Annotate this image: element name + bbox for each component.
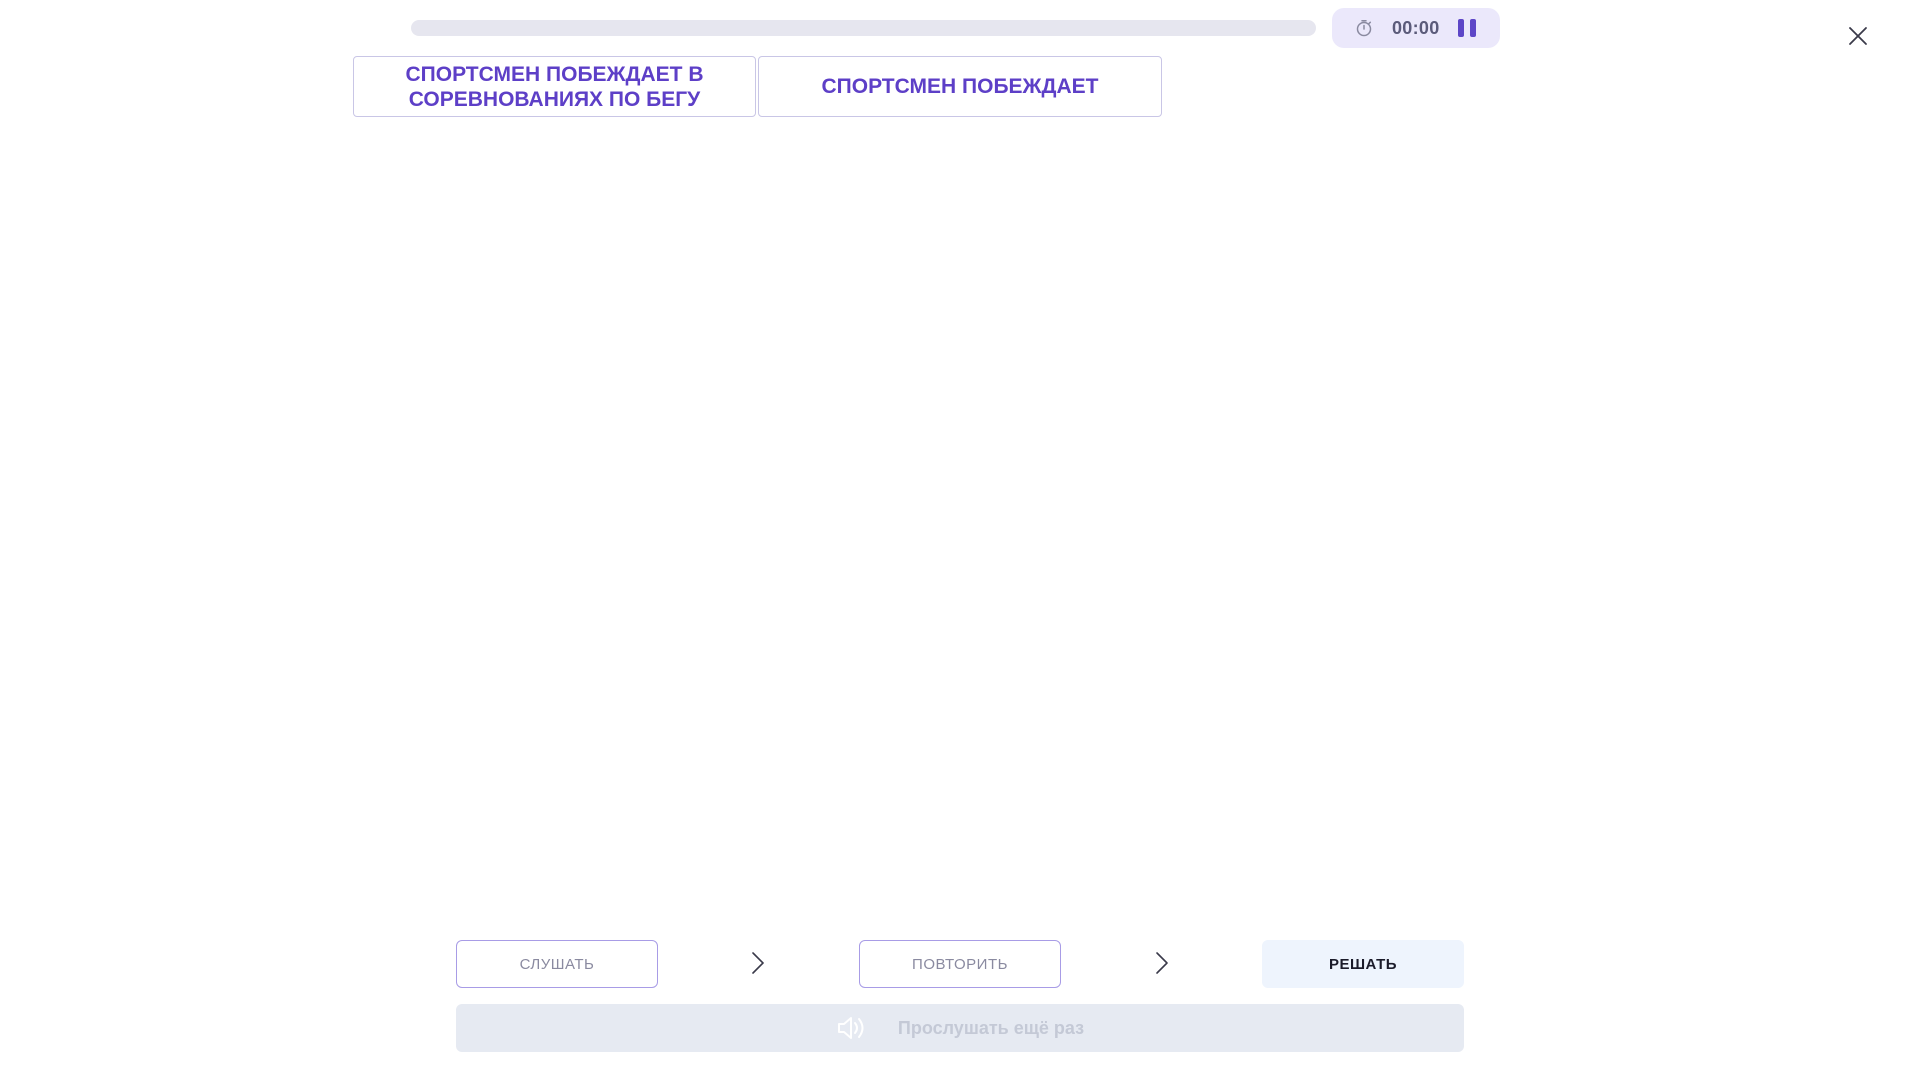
- stopwatch-icon: [1354, 18, 1374, 38]
- step-solve-button[interactable]: РЕШАТЬ: [1262, 940, 1464, 988]
- timer: 00:00: [1332, 8, 1500, 48]
- progress-bar: [411, 20, 1316, 36]
- pause-icon[interactable]: [1457, 18, 1476, 38]
- phrase-card[interactable]: СПОРТСМЕН ПОБЕЖДАЕТ: [758, 56, 1162, 117]
- timer-value: 00:00: [1392, 17, 1440, 38]
- step-listen-button[interactable]: СЛУШАТЬ: [456, 940, 658, 988]
- lesson-screen: 00:00 СПОРТСМЕН ПОБЕЖДАЕТ В СОРЕВНОВАНИЯ…: [0, 0, 1920, 1080]
- chevron-right-icon: [1154, 950, 1170, 976]
- close-icon[interactable]: [1846, 24, 1870, 48]
- listen-again-button[interactable]: Прослушать ещё раз: [456, 1004, 1464, 1052]
- chevron-right-icon: [750, 950, 766, 976]
- speaker-icon: [836, 1014, 868, 1042]
- listen-again-label: Прослушать ещё раз: [897, 1017, 1085, 1038]
- step-repeat-button[interactable]: ПОВТОРИТЬ: [859, 940, 1061, 988]
- phrase-card[interactable]: СПОРТСМЕН ПОБЕЖДАЕТ В СОРЕВНОВАНИЯХ ПО Б…: [353, 56, 756, 117]
